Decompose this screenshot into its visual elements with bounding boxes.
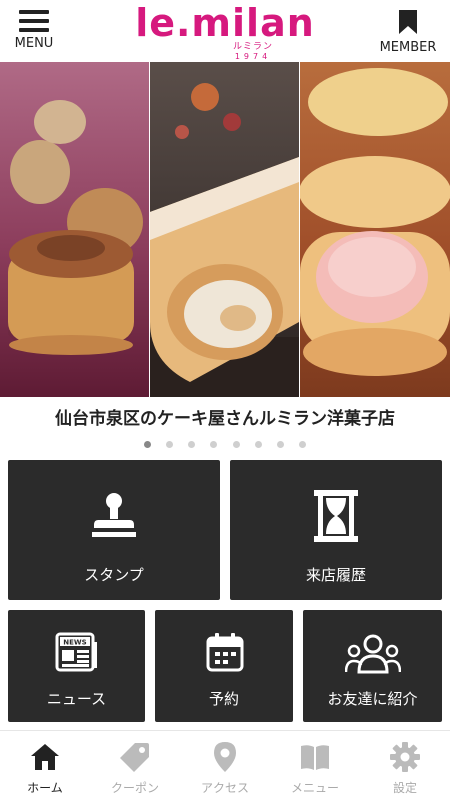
calendar-icon (206, 633, 244, 672)
group-users-icon (345, 634, 401, 674)
member-label: MEMBER (379, 40, 437, 55)
home-icon (31, 744, 59, 770)
nav-settings[interactable]: 設定 (360, 739, 450, 799)
app-header: MENU le.milan ルミラン 1974 MEMBER (0, 0, 450, 62)
carousel-dot[interactable] (276, 441, 284, 448)
carousel-dot[interactable] (166, 441, 174, 448)
stamp-tile[interactable]: スタンプ (8, 460, 220, 600)
carousel-dot[interactable] (188, 441, 196, 448)
menu-button[interactable]: MENU (8, 6, 60, 56)
carousel-dot[interactable] (144, 441, 152, 448)
stamp-icon (92, 493, 136, 537)
hero-carousel[interactable] (0, 62, 450, 397)
nav-access[interactable]: アクセス (180, 739, 270, 799)
gear-icon (390, 742, 420, 772)
invite-friends-tile[interactable]: お友達に紹介 (303, 610, 442, 722)
bottom-navigation: ホーム クーポン アクセス メニュー 設定 (0, 730, 450, 800)
logo-year: 1974 (234, 52, 272, 61)
reservation-tile[interactable]: 予約 (155, 610, 293, 722)
hero-image-baked-goods (0, 62, 149, 397)
stamp-label: スタンプ (84, 566, 144, 584)
nav-coupon[interactable]: クーポン (90, 739, 180, 799)
newspaper-icon: NEWS (55, 632, 97, 672)
hamburger-icon (19, 10, 49, 32)
carousel-dot[interactable] (232, 441, 240, 448)
news-badge-text: NEWS (63, 639, 86, 647)
nav-access-label: アクセス (200, 781, 249, 795)
carousel-dot[interactable] (210, 441, 218, 448)
nav-settings-label: 設定 (392, 781, 417, 795)
book-icon (301, 745, 329, 770)
carousel-dot[interactable] (254, 441, 262, 448)
hourglass-icon (314, 490, 358, 542)
map-pin-icon (214, 742, 236, 772)
brand-logo: le.milan ルミラン 1974 (120, 1, 330, 61)
reservation-label: 予約 (208, 690, 239, 708)
nav-menu[interactable]: メニュー (270, 739, 360, 799)
bookmark-icon (399, 10, 417, 34)
logo-wordmark: le.milan (135, 1, 315, 45)
menu-label: MENU (14, 36, 54, 51)
hero-tagline: 仙台市泉区のケーキ屋さんルミラン洋菓子店 (55, 409, 395, 429)
visit-history-label: 来店履歴 (305, 566, 366, 584)
nav-menu-label: メニュー (290, 781, 339, 795)
carousel-pagination[interactable] (0, 433, 450, 452)
visit-history-tile[interactable]: 来店履歴 (230, 460, 442, 600)
nav-home-label: ホーム (27, 781, 63, 795)
nav-home[interactable]: ホーム (0, 739, 90, 799)
coupon-tag-icon (120, 743, 149, 772)
member-button[interactable]: MEMBER (374, 6, 442, 56)
nav-coupon-label: クーポン (110, 781, 159, 795)
news-tile[interactable]: NEWS ニュース (8, 610, 145, 722)
hero-image-roll-cake (150, 62, 299, 397)
news-label: ニュース (46, 690, 107, 708)
hero-image-cream-sandwich (300, 62, 450, 397)
carousel-dot[interactable] (298, 441, 306, 448)
invite-friends-label: お友達に紹介 (327, 690, 418, 708)
